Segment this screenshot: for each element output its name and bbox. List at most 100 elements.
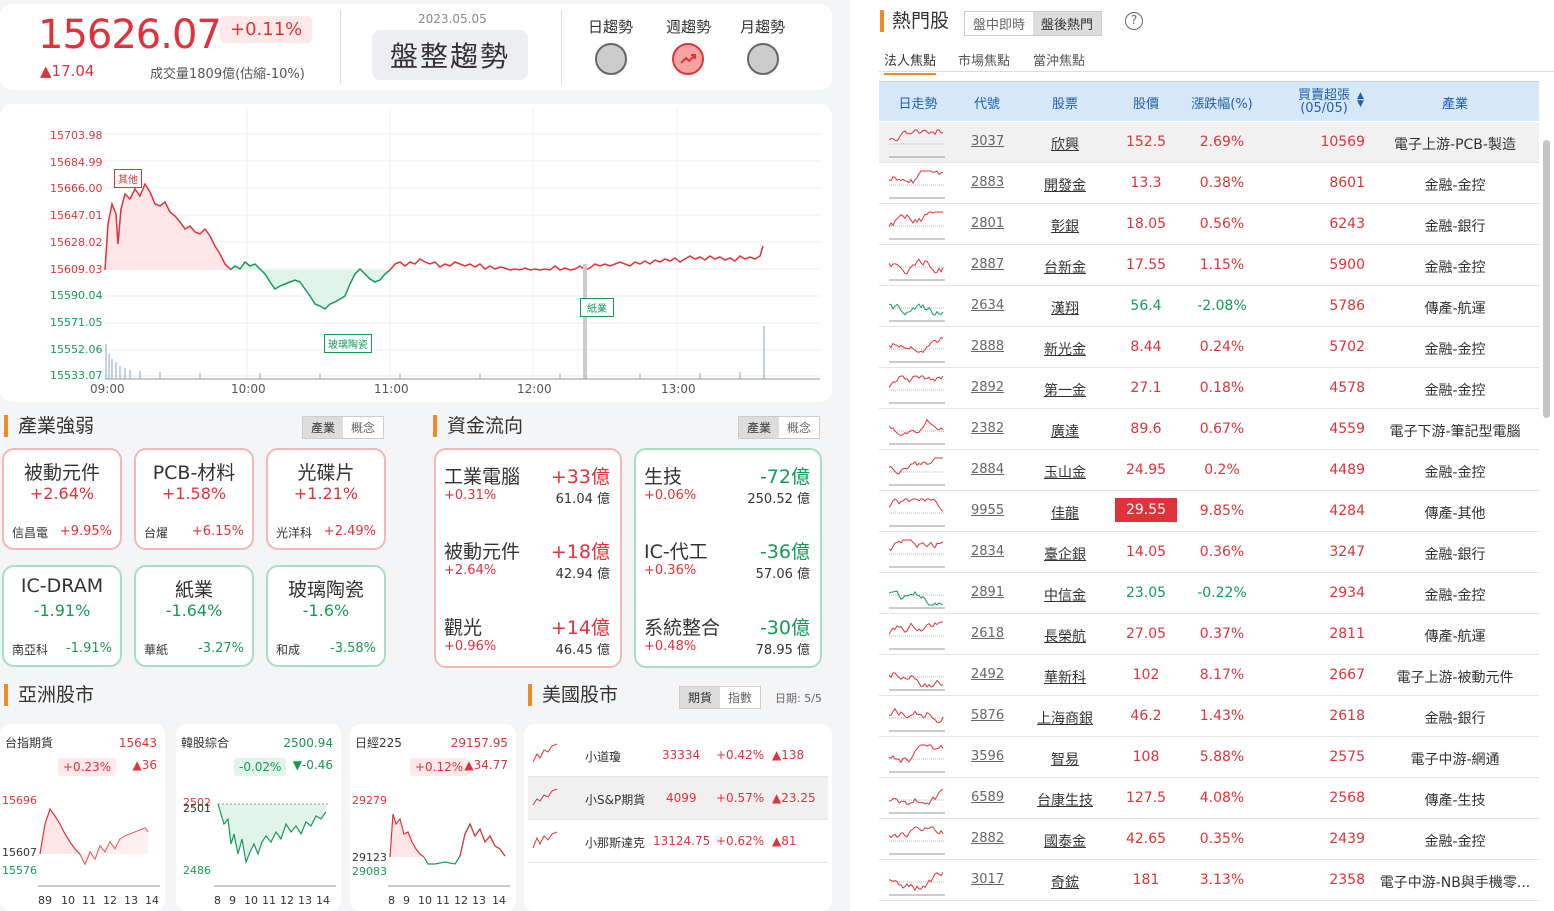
- stock-name[interactable]: 欣興: [1031, 134, 1099, 154]
- stock-code[interactable]: 2883: [971, 175, 1004, 190]
- sector-card[interactable]: 被動元件 +2.64% 信昌電 +9.95%: [2, 448, 122, 550]
- table-row[interactable]: 6589 台康生技 127.5 4.08% 2568 傳產-生技: [879, 778, 1539, 819]
- stock-name[interactable]: 奇鋐: [1031, 872, 1099, 892]
- help-icon[interactable]: ?: [1125, 12, 1143, 30]
- scrollbar[interactable]: [1543, 140, 1550, 418]
- stock-name[interactable]: 開發金: [1031, 175, 1099, 195]
- day-trend-indicator[interactable]: [595, 43, 627, 75]
- stock-code[interactable]: 3017: [971, 872, 1004, 887]
- stock-name[interactable]: 臺企銀: [1031, 544, 1099, 564]
- table-row[interactable]: 2883 開發金 13.3 0.38% 8601 金融-金控: [879, 163, 1539, 204]
- stock-name[interactable]: 漢翔: [1031, 298, 1099, 318]
- stock-name[interactable]: 佳龍: [1031, 503, 1099, 523]
- table-row[interactable]: 2887 台新金 17.55 1.15% 5900 金融-金控: [879, 245, 1539, 286]
- stock-name[interactable]: 國泰金: [1031, 831, 1099, 851]
- stock-code[interactable]: 2382: [971, 421, 1004, 436]
- stock-code[interactable]: 3037: [971, 134, 1004, 149]
- stock-name[interactable]: 新光金: [1031, 339, 1099, 359]
- table-row[interactable]: 3596 智易 108 5.88% 2575 電子中游-網通: [879, 737, 1539, 778]
- sector-card[interactable]: 光碟片 +1.21% 光洋科 +2.49%: [266, 448, 386, 550]
- intraday-chart[interactable]: [0, 104, 832, 402]
- table-row[interactable]: 2888 新光金 8.44 0.24% 5702 金融-金控: [879, 327, 1539, 368]
- stock-code[interactable]: 6589: [971, 790, 1004, 805]
- table-row[interactable]: 2618 長榮航 27.05 0.37% 2811 傳產-航運: [879, 614, 1539, 655]
- stock-industry: 電子上游-PCB-製造: [1394, 137, 1516, 153]
- annotation-tag[interactable]: 其他: [114, 169, 142, 188]
- x-axis-label: 10: [61, 894, 75, 907]
- stock-code[interactable]: 2882: [971, 831, 1004, 846]
- stock-name[interactable]: 華新科: [1031, 667, 1099, 687]
- table-row[interactable]: 2801 彰銀 18.05 0.56% 6243 金融-銀行: [879, 204, 1539, 245]
- tab-futures[interactable]: 期貨: [680, 687, 721, 708]
- table-row[interactable]: 9955 佳龍 29.55 9.85% 4284 傳產-其他: [879, 491, 1539, 532]
- stock-code[interactable]: 2884: [971, 462, 1004, 477]
- annotation-tag[interactable]: 紙業: [580, 298, 614, 317]
- stock-name[interactable]: 上海商銀: [1031, 708, 1099, 728]
- stock-name[interactable]: 台康生技: [1031, 790, 1099, 810]
- table-row[interactable]: 2382 廣達 89.6 0.67% 4559 電子下游-筆記型電腦: [879, 409, 1539, 450]
- leading-stock-pct: +6.15%: [191, 524, 244, 539]
- sort-icon[interactable]: ▲ ▼: [1357, 92, 1364, 109]
- month-trend-indicator[interactable]: [747, 43, 779, 75]
- stock-name[interactable]: 中信金: [1031, 585, 1099, 605]
- stock-code[interactable]: 2634: [971, 298, 1004, 313]
- stock-code[interactable]: 5876: [971, 708, 1004, 723]
- sector-card[interactable]: 玻璃陶瓷 -1.6% 和成 -3.58%: [266, 565, 386, 667]
- sector-card[interactable]: IC-DRAM -1.91% 南亞科 -1.91%: [2, 565, 122, 667]
- stock-code[interactable]: 2892: [971, 380, 1004, 395]
- col-price[interactable]: 股價: [1115, 93, 1177, 112]
- x-axis-label: 10:00: [231, 382, 266, 396]
- stock-code[interactable]: 2888: [971, 339, 1004, 354]
- us-market-row[interactable]: 小道瓊 33334 +0.42% ▲138: [528, 734, 828, 777]
- table-row[interactable]: 5876 上海商銀 46.2 1.43% 2618 金融-銀行: [879, 696, 1539, 737]
- asia-market-card[interactable]: 韓股綜合 2500.94 -0.02% ▼-0.46 2502 2501 248…: [176, 724, 341, 911]
- stock-name[interactable]: 廣達: [1031, 421, 1099, 441]
- stock-code[interactable]: 3596: [971, 749, 1004, 764]
- tab-industry[interactable]: 產業: [739, 417, 780, 438]
- stock-code[interactable]: 2891: [971, 585, 1004, 600]
- sector-card[interactable]: PCB-材料 +1.58% 台燿 +6.15%: [134, 448, 254, 550]
- asia-market-card[interactable]: 日經225 29157.95 +0.12% ▲34.77 29279 29123…: [350, 724, 516, 911]
- tab-industry[interactable]: 產業: [303, 417, 344, 438]
- stock-code[interactable]: 2801: [971, 216, 1004, 231]
- us-market-row[interactable]: 小那斯達克 13124.75 +0.62% ▲81: [528, 820, 828, 863]
- stock-name[interactable]: 彰銀: [1031, 216, 1099, 236]
- stock-code[interactable]: 2618: [971, 626, 1004, 641]
- stock-code[interactable]: 2834: [971, 544, 1004, 559]
- tab-concept[interactable]: 概念: [779, 417, 820, 438]
- stock-price: 42.65: [1125, 831, 1167, 847]
- stock-name[interactable]: 台新金: [1031, 257, 1099, 277]
- table-row[interactable]: 2834 臺企銀 14.05 0.36% 3247 金融-銀行: [879, 532, 1539, 573]
- col-pct[interactable]: 漲跌幅(%): [1181, 93, 1263, 112]
- tab-index[interactable]: 指數: [720, 687, 761, 708]
- table-row[interactable]: 2882 國泰金 42.65 0.35% 2439 金融-金控: [879, 819, 1539, 860]
- subtab-daytrade[interactable]: 當沖焦點: [1033, 50, 1085, 69]
- sparkline-icon: [889, 872, 945, 896]
- table-row[interactable]: 2634 漢翔 56.4 -2.08% 5786 傳產-航運: [879, 286, 1539, 327]
- sector-card[interactable]: 紙業 -1.64% 華紙 -3.27%: [134, 565, 254, 667]
- stock-code[interactable]: 2887: [971, 257, 1004, 272]
- table-row[interactable]: 2884 玉山金 24.95 0.2% 4489 金融-金控: [879, 450, 1539, 491]
- stock-code[interactable]: 2492: [971, 667, 1004, 682]
- table-row[interactable]: 3037 欣興 152.5 2.69% 10569 電子上游-PCB-製造: [879, 122, 1539, 163]
- annotation-tag[interactable]: 玻璃陶瓷: [324, 334, 372, 353]
- table-row[interactable]: 2492 華新科 102 8.17% 2667 電子上游-被動元件: [879, 655, 1539, 696]
- table-row[interactable]: 3017 奇鋐 181 3.13% 2358 電子中游-NB與手機零...: [879, 860, 1539, 901]
- stock-net-buy: 5702: [1329, 339, 1365, 355]
- stock-name[interactable]: 長榮航: [1031, 626, 1099, 646]
- subtab-market[interactable]: 市場焦點: [958, 50, 1010, 69]
- week-trend-indicator[interactable]: [672, 43, 704, 75]
- table-row[interactable]: 2892 第一金 27.1 0.18% 4578 金融-金控: [879, 368, 1539, 409]
- stock-name[interactable]: 智易: [1031, 749, 1099, 769]
- tab-concept[interactable]: 概念: [343, 417, 384, 438]
- stock-name[interactable]: 玉山金: [1031, 462, 1099, 482]
- table-row[interactable]: 2891 中信金 23.05 -0.22% 2934 金融-金控: [879, 573, 1539, 614]
- trend-date: 2023.05.05: [418, 12, 487, 26]
- col-code[interactable]: 代號: [967, 93, 1007, 112]
- stock-code[interactable]: 9955: [971, 503, 1004, 518]
- us-market-row[interactable]: 小S&P期貨 4099 +0.57% ▲23.25: [528, 777, 828, 820]
- asia-market-card[interactable]: 台指期貨 15643 +0.23% ▲36 15696 15607 15576 …: [0, 724, 165, 911]
- tab-after-hours[interactable]: 盤後熱門: [1033, 12, 1102, 35]
- stock-name[interactable]: 第一金: [1031, 380, 1099, 400]
- tab-intraday[interactable]: 盤中即時: [965, 12, 1034, 35]
